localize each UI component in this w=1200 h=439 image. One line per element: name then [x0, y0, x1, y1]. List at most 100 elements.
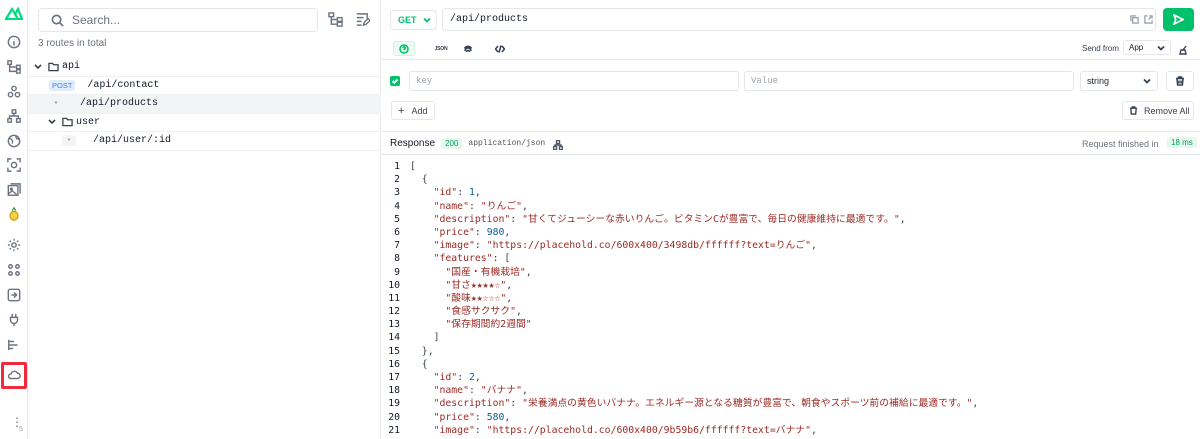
send-icon [1173, 14, 1184, 25]
line-number: 20 [388, 411, 400, 423]
code-line: 5 "description": "甘くてジューシーな赤いりんご。ビタミンCが豊… [382, 213, 1200, 226]
settings-icon[interactable] [6, 237, 22, 253]
send-from-value: App [1129, 43, 1144, 52]
method-badge: * [49, 98, 63, 110]
pinia-icon[interactable] [6, 206, 22, 222]
line-number: 18 [388, 385, 400, 397]
search-box[interactable] [38, 8, 318, 32]
method-value: GET [398, 15, 417, 25]
code-line: 10 "甘さ★★★★☆", [382, 279, 1200, 292]
line-number: 21 [388, 424, 400, 436]
code-line: 19 "description": "栄養満点の黄色いバナナ。エネルギー源となる… [382, 397, 1200, 410]
route-path: /api/user/:id [93, 135, 172, 147]
url-input[interactable]: /api/products [442, 8, 1156, 31]
folder-icon [62, 117, 73, 127]
folder-label: user [76, 116, 101, 128]
search-input[interactable] [72, 13, 292, 27]
param-key-input[interactable] [416, 76, 738, 86]
tab-params[interactable] [393, 41, 415, 56]
delete-param-button[interactable] [1166, 71, 1194, 91]
send-button[interactable] [1163, 8, 1194, 31]
routes-icon[interactable] [6, 59, 22, 75]
imports-icon[interactable] [6, 287, 22, 303]
code-line: 8 "features": [ [382, 252, 1200, 265]
line-number: 16 [388, 358, 400, 370]
tree-view-icon[interactable] [328, 12, 344, 28]
code-line: 15 }, [382, 345, 1200, 358]
open-external-icon[interactable] [1144, 12, 1154, 24]
edit-list-icon[interactable] [355, 12, 371, 28]
line-number: 4 [394, 200, 400, 212]
tab-code[interactable] [489, 41, 511, 56]
code-line: 9 "国産・有機栽培", [382, 266, 1200, 279]
routes-total: 3 routes in total [38, 38, 107, 49]
chevron-down-icon [1143, 78, 1151, 84]
nuxt-logo-icon[interactable] [5, 6, 23, 20]
code-text: "保存期間約2週間" [445, 319, 532, 331]
tree-route-contact[interactable]: POST /api/contact [28, 77, 381, 95]
method-badge: * [62, 135, 76, 147]
chevron-down-icon [1157, 45, 1165, 51]
hooks-icon[interactable] [6, 312, 22, 328]
line-number: 3 [394, 187, 400, 199]
more-count: 5 [19, 426, 23, 433]
add-param-button[interactable]: + Add [391, 101, 435, 120]
param-value-field[interactable] [744, 71, 1074, 91]
json-icon: JSON [434, 45, 448, 52]
code-text: "name": "バナナ", [433, 385, 528, 397]
tree-route-user-id[interactable]: * /api/user/:id [28, 132, 381, 151]
tree-folder-user[interactable]: user [28, 114, 381, 132]
remove-all-label: Remove All [1144, 105, 1190, 116]
route-path: /api/products [80, 98, 159, 110]
line-number: 6 [394, 226, 400, 238]
code-line: 11 "酸味★★☆☆☆", [382, 292, 1200, 305]
routes-panel: 3 routes in total api POST /api/contact … [28, 0, 381, 439]
param-type-select[interactable]: string [1080, 71, 1158, 91]
timeline-icon[interactable] [6, 337, 22, 353]
tree-route-products[interactable]: * /api/products [28, 95, 381, 114]
components-icon[interactable] [6, 84, 22, 100]
line-number: 10 [388, 279, 400, 291]
request-tabs: JSON Send from App [382, 38, 1200, 60]
remove-all-button[interactable]: Remove All [1122, 101, 1194, 120]
code-text: "id": 2, [433, 372, 481, 383]
param-key-field[interactable] [409, 71, 739, 91]
code-line: 12 "食感サクサク", [382, 305, 1200, 318]
globe-icon[interactable] [6, 133, 22, 149]
server-routes-icon[interactable] [6, 367, 22, 383]
tab-json[interactable]: JSON [425, 41, 448, 56]
modules-icon[interactable] [6, 262, 22, 278]
url-value: /api/products [450, 14, 529, 25]
tree-folder-api[interactable]: api [28, 58, 381, 77]
param-enabled-checkbox[interactable] [390, 76, 400, 86]
line-number: 9 [394, 266, 400, 278]
param-value-input[interactable] [751, 76, 1073, 86]
code-text: "name": "りんご", [433, 200, 528, 212]
time-badge: 18 ms [1167, 137, 1197, 148]
info-icon[interactable] [6, 34, 22, 50]
method-select[interactable]: GET [390, 10, 437, 30]
route-path: /api/contact [87, 79, 160, 91]
chevron-down-icon [48, 119, 56, 125]
assets-icon[interactable] [6, 182, 22, 198]
copy-icon[interactable] [1130, 12, 1140, 24]
code-text: [ [410, 161, 416, 172]
line-number: 13 [388, 319, 400, 331]
inspect-icon[interactable] [6, 157, 22, 173]
code-text: }, [410, 345, 434, 357]
finished-label: Request finished in [1082, 139, 1159, 149]
code-text: "image": "https://placehold.co/600x400/3… [433, 240, 817, 252]
tree-icon[interactable] [6, 108, 22, 124]
line-number: 2 [394, 174, 400, 186]
tab-headers[interactable] [457, 41, 479, 56]
clear-icon[interactable] [1179, 43, 1189, 55]
line-number: 14 [388, 332, 400, 344]
line-number: 12 [388, 306, 400, 318]
code-text: "甘さ★★★★☆", [445, 279, 513, 291]
code-line: 1[ [382, 160, 1200, 173]
code-line: 17 "id": 2, [382, 371, 1200, 384]
question-icon [399, 43, 409, 54]
tree-view-icon[interactable] [553, 138, 564, 151]
line-number: 15 [388, 345, 400, 357]
send-from-select[interactable]: App [1123, 40, 1171, 55]
